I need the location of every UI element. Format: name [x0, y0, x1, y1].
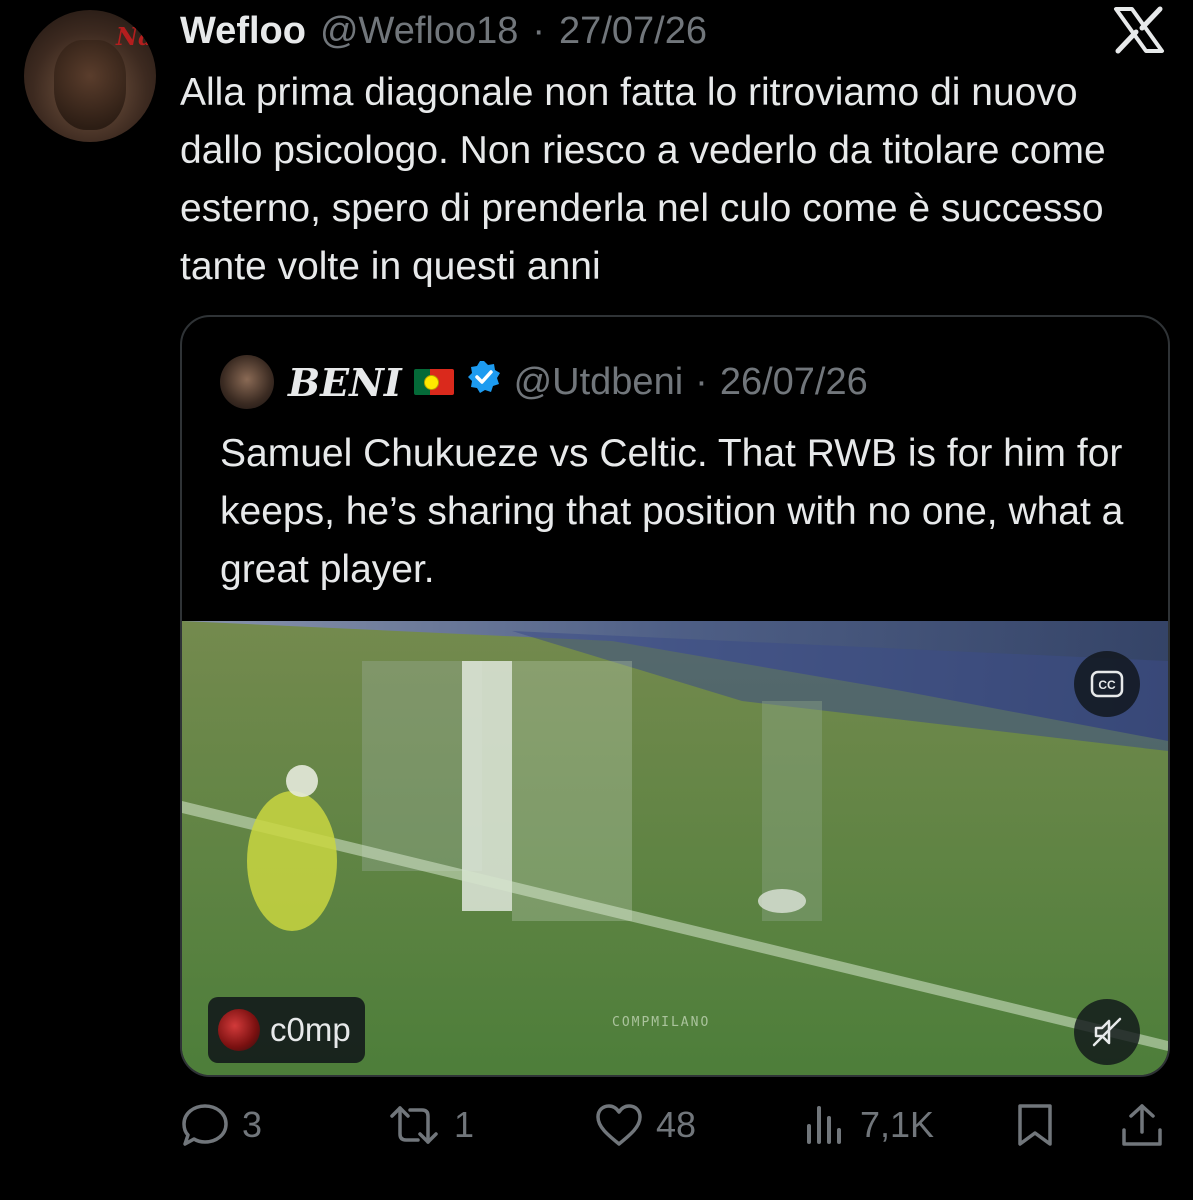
like-button[interactable]: 48 — [594, 1098, 696, 1152]
uploader-avatar — [218, 1009, 260, 1051]
reply-icon — [182, 1104, 228, 1146]
quoted-tweet[interactable]: BENI @Utdbeni · 26/07/26 Samuel Chukueze… — [180, 315, 1170, 1077]
quoted-author-handle[interactable]: @Utdbeni — [514, 361, 684, 404]
video-player[interactable]: CC c0mp COMPMILANO — [182, 621, 1168, 1075]
quoted-author-name[interactable]: BENI — [288, 360, 402, 405]
tweet-header: Wefloo @Wefloo18 · 27/07/26 — [180, 10, 707, 54]
avatar-logo-text: Nas — [116, 22, 156, 51]
author-handle[interactable]: @Wefloo18 — [320, 10, 518, 53]
svg-text:CC: CC — [1098, 678, 1116, 692]
x-logo-icon — [1112, 6, 1166, 54]
share-icon — [1122, 1104, 1162, 1146]
like-count: 48 — [656, 1104, 697, 1145]
retweet-icon — [390, 1106, 438, 1144]
uploader-chip[interactable]: c0mp — [208, 997, 365, 1063]
tweet-text: Alla prima diagonale non fatta lo ritrov… — [180, 71, 1106, 288]
action-bar: 3 1 48 7,1K — [180, 1098, 1166, 1152]
uploader-label: c0mp — [270, 1011, 351, 1048]
views-chart-icon — [807, 1106, 841, 1144]
captions-button[interactable]: CC — [1074, 651, 1140, 717]
quoted-header-separator: · — [695, 360, 708, 403]
reply-count: 3 — [242, 1104, 263, 1145]
views-button[interactable]: 7,1K — [802, 1098, 934, 1152]
muted-speaker-icon — [1092, 1017, 1122, 1047]
heart-icon — [596, 1104, 642, 1146]
author-name[interactable]: Wefloo — [180, 10, 306, 53]
cc-icon: CC — [1090, 670, 1124, 698]
header-separator: · — [532, 10, 546, 52]
portugal-flag-icon — [413, 369, 454, 395]
tweet-date[interactable]: 27/07/26 — [559, 10, 707, 53]
verified-badge-icon[interactable] — [466, 359, 502, 405]
mute-button[interactable] — [1074, 999, 1140, 1065]
views-count: 7,1K — [860, 1104, 935, 1145]
share-button[interactable] — [1120, 1098, 1164, 1152]
reply-button[interactable]: 3 — [180, 1098, 262, 1152]
retweet-button[interactable]: 1 — [386, 1098, 474, 1152]
quoted-tweet-text: Samuel Chukueze vs Celtic. That RWB is f… — [220, 432, 1124, 591]
video-watermark: COMPMILANO — [612, 1015, 711, 1030]
retweet-count: 1 — [454, 1104, 475, 1145]
avatar-face — [54, 40, 126, 130]
author-avatar[interactable]: Nas — [24, 10, 156, 142]
quoted-header: BENI @Utdbeni · 26/07/26 — [288, 357, 868, 407]
quoted-author-avatar[interactable] — [220, 355, 274, 409]
quoted-tweet-date[interactable]: 26/07/26 — [720, 361, 868, 404]
bookmark-icon — [1018, 1104, 1052, 1146]
bookmark-button[interactable] — [1014, 1098, 1056, 1152]
